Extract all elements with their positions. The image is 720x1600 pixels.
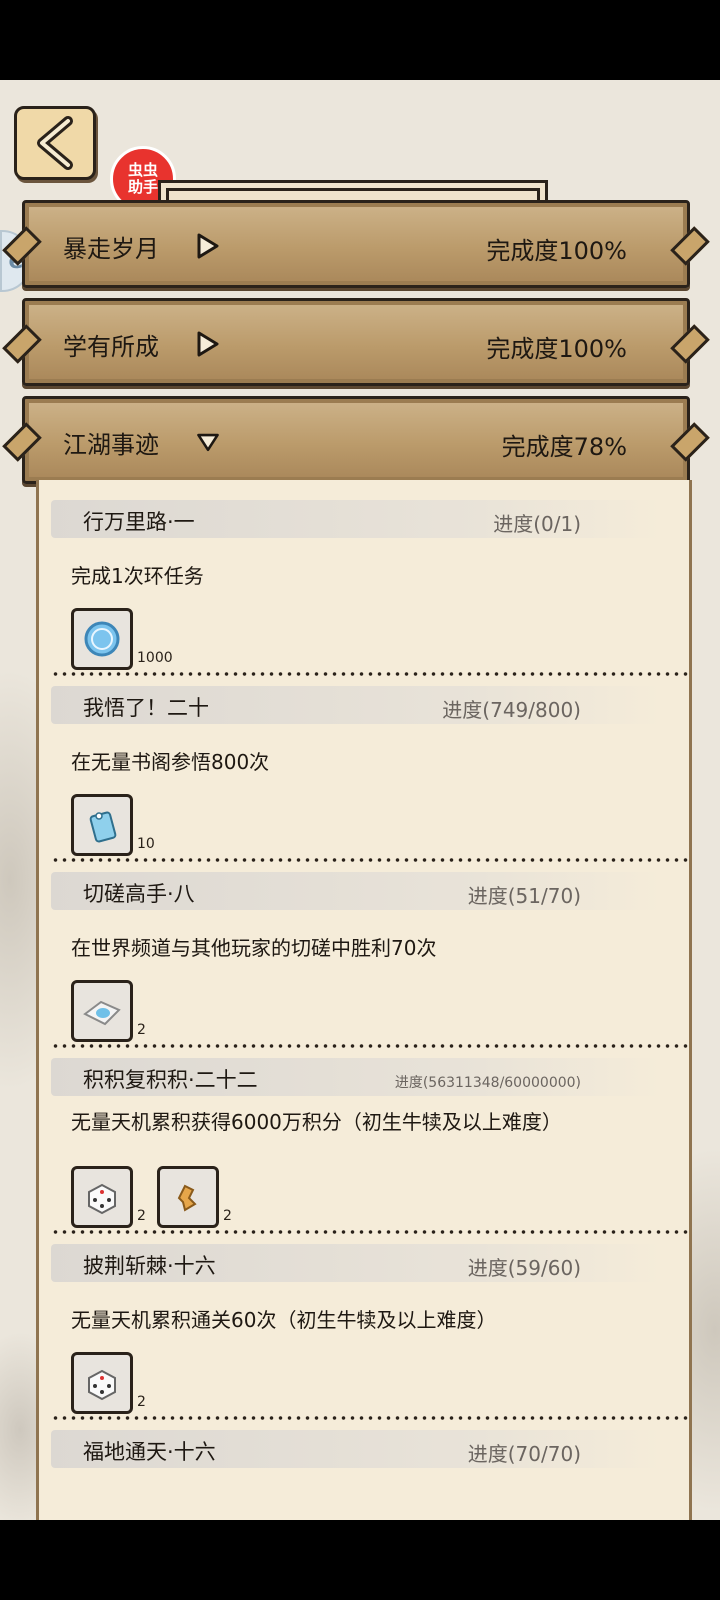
achievement-item: 福地通天·十六 进度(70/70) xyxy=(51,1420,681,1520)
dice-icon xyxy=(88,1183,116,1215)
reward-count: 1000 xyxy=(137,650,173,666)
achievement-name: 福地通天·十六 xyxy=(83,1440,216,1464)
achievement-item: 切磋高手·八 进度(51/70) 在世界频道与其他玩家的切磋中胜利70次 2 xyxy=(51,862,691,1048)
achievement-desc: 无量天机累积获得6000万积分（初生牛犊及以上难度） xyxy=(71,1110,562,1134)
reward-count: 10 xyxy=(137,836,155,852)
achievement-progress: 进度(59/60) xyxy=(467,1256,581,1280)
category-bar-xueyou[interactable]: 学有所成 完成度100% xyxy=(2,298,710,386)
scroll-token-icon xyxy=(83,1000,121,1026)
achievement-name: 切磋高手·八 xyxy=(83,882,195,906)
triangle-right-icon xyxy=(197,233,219,259)
achievement-name: 行万里路·一 xyxy=(83,510,195,534)
tag-icon xyxy=(89,811,117,843)
category-label: 江湖事迹 xyxy=(63,431,159,459)
achievement-progress: 进度(0/1) xyxy=(493,512,581,536)
achievement-name: 积积复积积·二十二 xyxy=(83,1068,258,1092)
category-bar-jianghu[interactable]: 江湖事迹 完成度78% xyxy=(2,396,710,484)
reward-count: 2 xyxy=(137,1394,146,1410)
reward-slot[interactable] xyxy=(157,1166,219,1228)
category-completion: 完成度100% xyxy=(486,335,627,363)
achievement-item: 积积复积积·二十二 进度(56311348/60000000) 无量天机累积获得… xyxy=(51,1048,691,1234)
achievement-desc: 完成1次环任务 xyxy=(71,564,204,588)
achievement-desc: 在世界频道与其他玩家的切磋中胜利70次 xyxy=(71,936,437,960)
category-label: 暴走岁月 xyxy=(63,235,159,263)
achievement-name: 我悟了！二十 xyxy=(83,696,209,720)
chevron-left-icon xyxy=(37,116,73,170)
achievement-progress: 进度(56311348/60000000) xyxy=(394,1075,581,1091)
reward-slot[interactable] xyxy=(71,794,133,856)
dice-icon xyxy=(88,1369,116,1401)
helper-badge-line2: 助手 xyxy=(127,178,158,196)
back-button[interactable] xyxy=(14,106,96,180)
category-bar-baozou[interactable]: 暴走岁月 完成度100% xyxy=(2,200,710,288)
achievement-item: 我悟了！二十 进度(749/800) 在无量书阁参悟800次 10 xyxy=(51,676,691,862)
category-label: 学有所成 xyxy=(63,333,159,361)
coin-icon xyxy=(84,621,120,657)
growth-collection-screen: 虫虫 助手 e 成长集 暴走岁月 完成度100% 学有所成 完成度100% 江湖… xyxy=(0,80,720,1520)
achievement-progress: 进度(51/70) xyxy=(467,884,581,908)
reward-count: 2 xyxy=(137,1022,146,1038)
navigation-bar xyxy=(0,1520,720,1600)
achievement-progress: 进度(70/70) xyxy=(467,1442,581,1466)
charm-icon xyxy=(177,1184,197,1212)
achievement-item: 行万里路·一 进度(0/1) 完成1次环任务 1000 xyxy=(51,490,691,676)
achievement-desc: 无量天机累积通关60次（初生牛犊及以上难度） xyxy=(71,1308,497,1332)
reward-slot[interactable] xyxy=(71,608,133,670)
triangle-right-icon xyxy=(197,331,219,357)
achievement-list[interactable]: 行万里路·一 进度(0/1) 完成1次环任务 1000 我悟了！二十 进度(74… xyxy=(36,480,692,1520)
reward-slot[interactable] xyxy=(71,1166,133,1228)
triangle-down-icon xyxy=(197,433,219,452)
category-completion: 完成度100% xyxy=(486,237,627,265)
achievement-name: 披荆斩棘·十六 xyxy=(83,1254,216,1278)
reward-slot[interactable] xyxy=(71,980,133,1042)
achievement-progress: 进度(749/800) xyxy=(442,698,581,722)
achievement-desc: 在无量书阁参悟800次 xyxy=(71,750,270,774)
reward-count: 2 xyxy=(223,1208,232,1224)
status-bar xyxy=(0,0,720,80)
reward-slot[interactable] xyxy=(71,1352,133,1414)
achievement-item: 披荆斩棘·十六 进度(59/60) 无量天机累积通关60次（初生牛犊及以上难度）… xyxy=(51,1234,691,1420)
helper-badge-line1: 虫虫 xyxy=(127,161,158,179)
category-completion: 完成度78% xyxy=(501,433,627,461)
reward-count: 2 xyxy=(137,1208,146,1224)
